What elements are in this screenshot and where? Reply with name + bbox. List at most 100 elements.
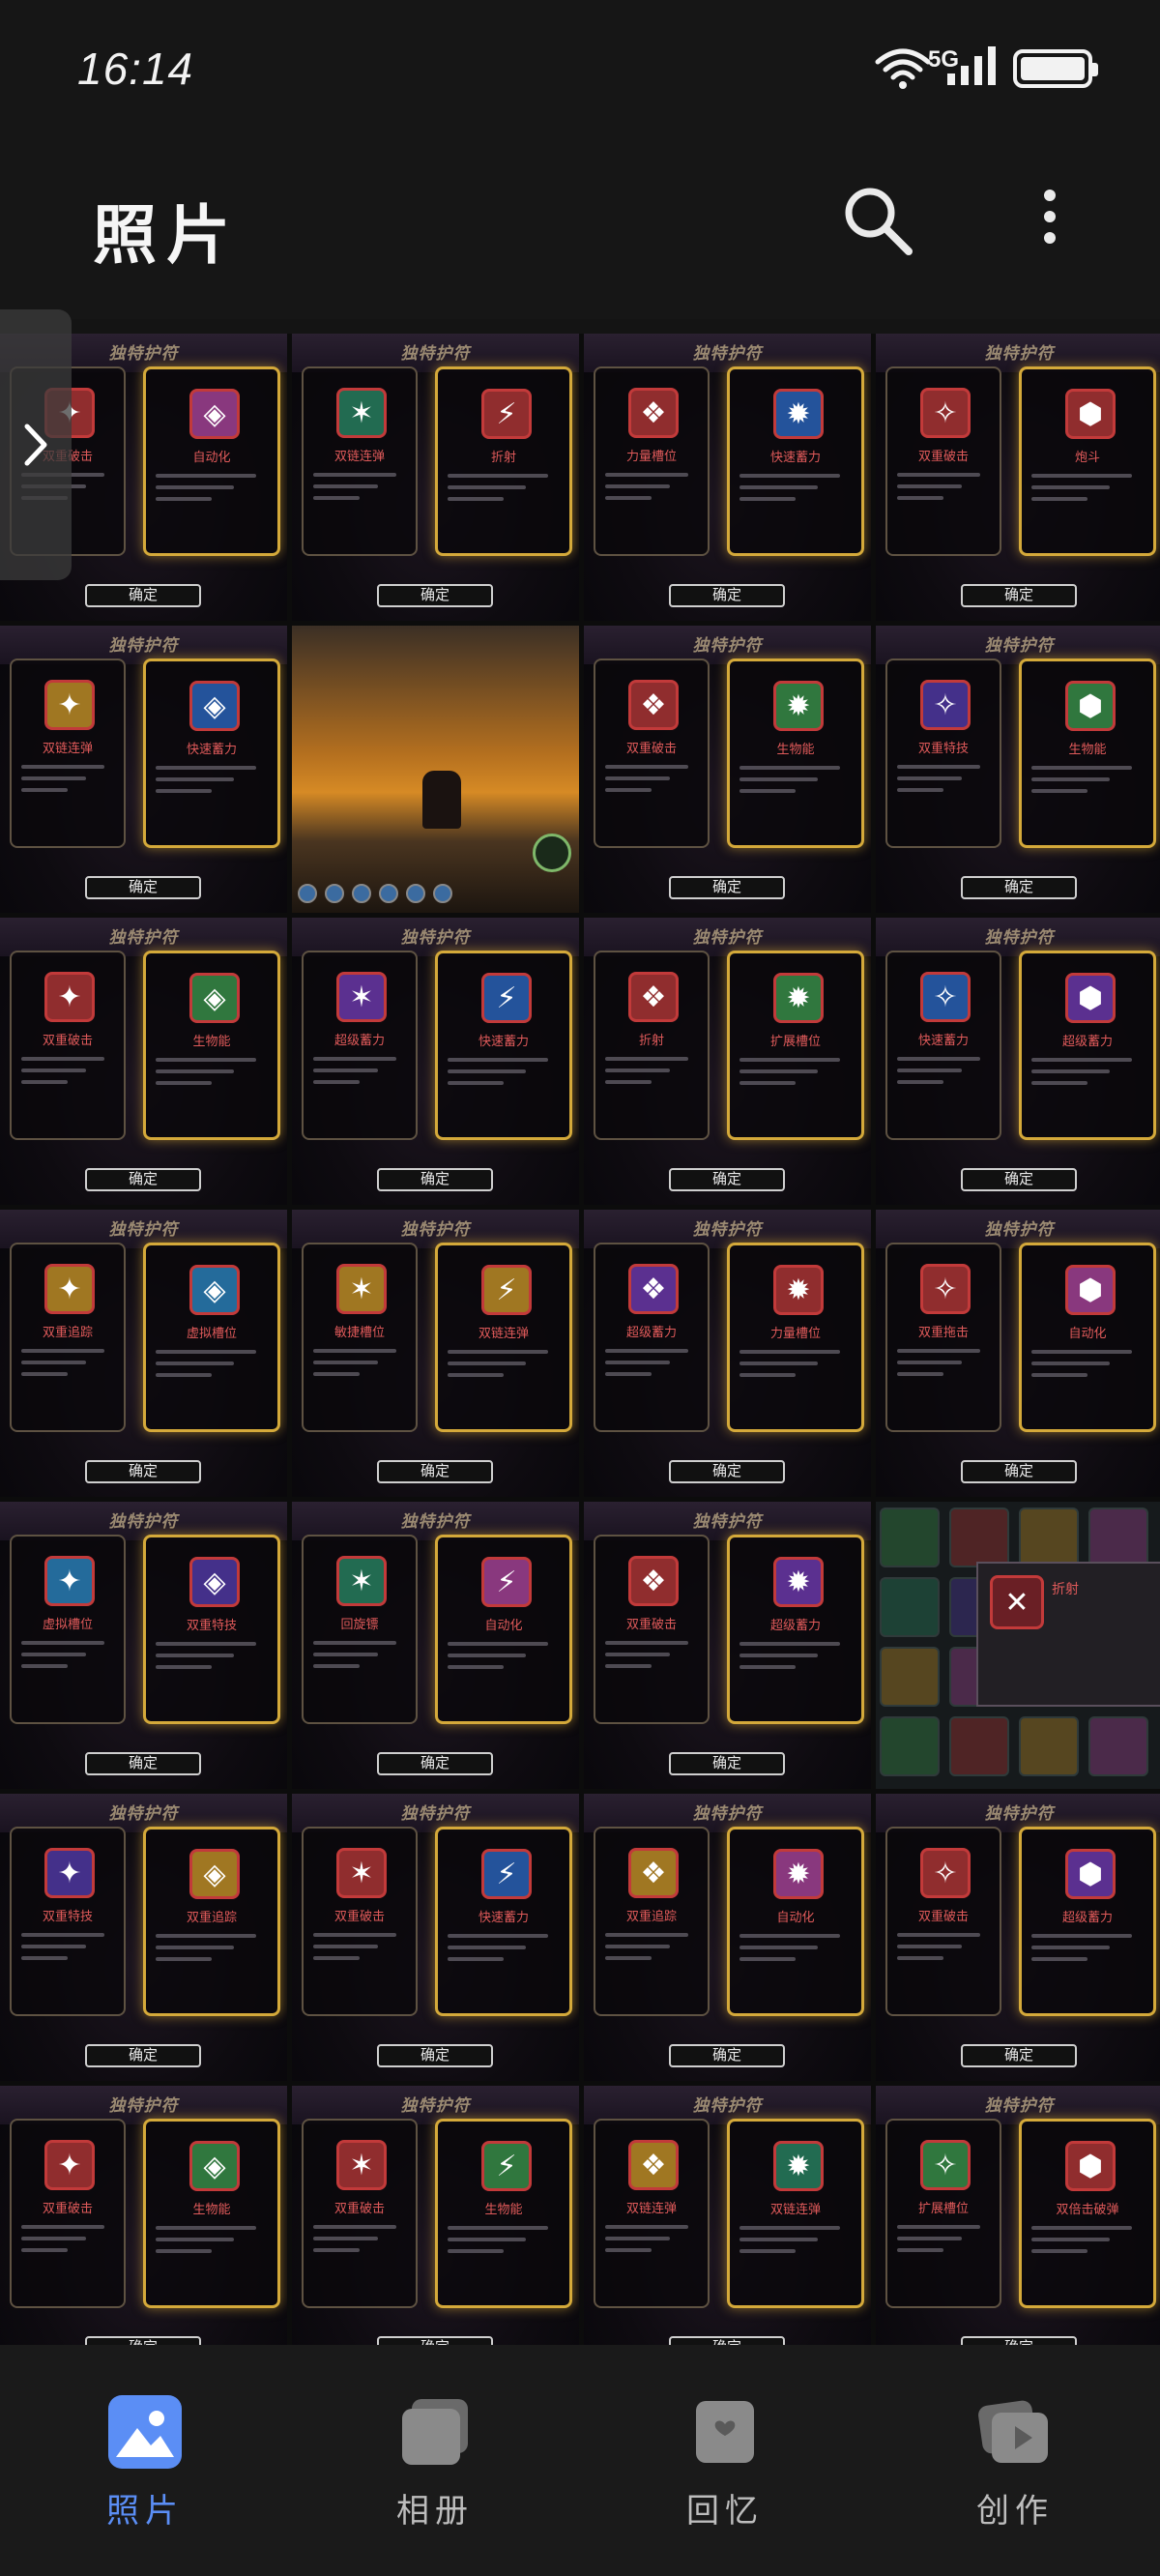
charm-icon: ✧ — [920, 972, 971, 1022]
photo-thumbnail[interactable]: 独特护符 ❖ 折射 ✹ 扩展槽位 确定 — [584, 918, 871, 1205]
photo-thumbnail[interactable]: 独特护符 ✦ 双重特技 ◈ 双重追踪 确定 — [0, 1794, 287, 2081]
photo-thumbnail[interactable]: 独特护符 ✶ 敏捷槽位 ⚡ 双链连弹 确定 — [292, 1210, 579, 1497]
charm-icon: ◈ — [189, 681, 240, 731]
photo-grid[interactable]: 独特护符✦双重破击◈自动化确定独特护符✶双链连弹⚡折射确定独特护符❖力量槽位✹快… — [0, 334, 1160, 2345]
search-button[interactable] — [837, 180, 918, 261]
charm-description — [605, 765, 698, 800]
nav-item-memories[interactable]: 回忆 — [628, 2395, 822, 2550]
charm-icon: ✧ — [920, 388, 971, 438]
photo-thumbnail[interactable]: 独特护符 ✦ 双重破击 ◈ 生物能确定 — [0, 2086, 287, 2345]
confirm-button: 确定 — [669, 1460, 785, 1483]
card-banner-title: 独特护符 — [400, 1804, 471, 1823]
charm-name: 双重特技 — [42, 1909, 93, 1923]
photo-thumbnail[interactable]: 独特护符 ✧ 双重破击 ⬢ 超级蓄力 确定 — [876, 1794, 1160, 2081]
inventory-cell — [1088, 1508, 1148, 1567]
charm-description — [313, 1933, 406, 1968]
nav-label-memories: 回忆 — [686, 2492, 764, 2531]
photo-thumbnail[interactable]: 独特护符 ✦ 双重破击 ◈ 生物能确定 — [0, 918, 287, 1205]
charm-description — [313, 1641, 406, 1676]
charm-name: 自动化 — [1068, 1326, 1107, 1340]
charm-icon: ❖ — [628, 2140, 679, 2190]
photo-thumbnail[interactable]: 独特护符 ✶ 双重破击 ⚡ 生物能确定 — [292, 2086, 579, 2345]
photo-thumbnail[interactable]: 独特护符 ✧ 快速蓄力 ⬢ 超级蓄力 确定 — [876, 918, 1160, 1205]
charm-name: 回旋镖 — [340, 1617, 379, 1631]
left-charm-card: ✦ 双链连弹 — [10, 659, 126, 848]
right-charm-card: ⬢ 超级蓄力 — [1019, 951, 1156, 1140]
photo-thumbnail[interactable]: 独特护符 ✧ 双重破击 ⬢ 炮斗 确定 — [876, 334, 1160, 621]
nav-item-photos[interactable]: 照片 — [48, 2395, 242, 2550]
card-banner-title: 独特护符 — [108, 1512, 179, 1531]
photo-thumbnail[interactable]: 独特护符 ✶ 双链连弹 ⚡ 折射 确定 — [292, 334, 579, 621]
photo-thumbnail[interactable]: 独特护符 ❖ 双链连弹 ✹ 双链连弹确定 — [584, 2086, 871, 2345]
charm-icon: ✹ — [773, 681, 824, 731]
charm-description — [605, 1641, 698, 1676]
nav-item-create[interactable]: 创作 — [918, 2395, 1112, 2550]
photo-thumbnail[interactable]: 独特护符 ✶ 超级蓄力 ⚡ 快速蓄力 确定 — [292, 918, 579, 1205]
photo-thumbnail[interactable]: 独特护符 ❖ 双重破击 ✹ 生物能 确定 — [584, 626, 871, 913]
photo-thumbnail[interactable]: 独特护符 ✧ 双重特技 ⬢ 生物能 确定 — [876, 626, 1160, 913]
charm-description — [897, 1057, 990, 1092]
left-charm-card: ✦ 双重破击 — [10, 2119, 126, 2308]
bottom-navigation: 照片 相册 回忆 创作 — [0, 2345, 1160, 2576]
photo-thumbnail[interactable]: 独特护符 ✦ 双重追踪 ◈ 虚拟槽位 确定 — [0, 1210, 287, 1497]
charm-description — [605, 1349, 698, 1384]
right-charm-card: ⬢ 炮斗 — [1019, 366, 1156, 556]
charm-name: 双重破击 — [42, 2201, 93, 2215]
charm-description — [897, 765, 990, 800]
confirm-button: 确定 — [377, 2044, 493, 2067]
charm-name: 生物能 — [1068, 742, 1107, 756]
photo-thumbnail[interactable]: 独特护符 ✦ 虚拟槽位 ◈ 双重特技 确定 — [0, 1502, 287, 1789]
inventory-cell — [880, 1508, 940, 1567]
left-charm-card: ✧ 双重拖击 — [885, 1243, 1001, 1432]
right-charm-card: ⚡ 双链连弹 — [435, 1243, 572, 1432]
photo-thumbnail[interactable]: 独特护符 ✧ 扩展槽位 ⬢ 双倍击破弹确定 — [876, 2086, 1160, 2345]
left-charm-card: ✧ 快速蓄力 — [885, 951, 1001, 1140]
page-title: 照片 — [93, 198, 240, 273]
charm-name: 生物能 — [192, 1034, 231, 1048]
photo-thumbnail[interactable]: 独特护符 ❖ 双重追踪 ✹ 自动化 确定 — [584, 1794, 871, 2081]
right-charm-card: ✹ 力量槽位 — [727, 1243, 864, 1432]
photo-thumbnail[interactable]: 独特护符 ✶ 双重破击 ⚡ 快速蓄力 确定 — [292, 1794, 579, 2081]
charm-name: 双重破击 — [917, 1909, 969, 1923]
charm-icon: ✹ — [773, 1557, 824, 1607]
photo-thumbnail[interactable]: 独特护符 ❖ 力量槽位 ✹ 快速蓄力 确定 — [584, 334, 871, 621]
confirm-button: 确定 — [85, 876, 201, 899]
right-charm-card: ⬢ 超级蓄力 — [1019, 1827, 1156, 2016]
photo-thumbnail[interactable] — [292, 626, 579, 913]
charm-icon: ✹ — [773, 1849, 824, 1899]
charm-name: 双链连弹 — [42, 741, 93, 755]
charm-description — [21, 1057, 114, 1092]
charm-name: 双链连弹 — [334, 449, 385, 463]
card-banner-title: 独特护符 — [984, 636, 1055, 655]
charm-description — [1031, 1934, 1144, 1969]
charm-description — [448, 1350, 560, 1385]
nav-item-albums[interactable]: 相册 — [338, 2395, 532, 2550]
more-options-button[interactable] — [1029, 180, 1071, 261]
status-icons — [874, 44, 1098, 92]
confirm-button: 确定 — [669, 2336, 785, 2345]
photo-thumbnail[interactable]: 独特护符 ✶ 回旋镖 ⚡ 自动化 确定 — [292, 1502, 579, 1789]
photo-thumbnail[interactable]: 独特护符 ❖ 超级蓄力 ✹ 力量槽位 确定 — [584, 1210, 871, 1497]
card-banner-title: 独特护符 — [108, 2096, 179, 2115]
side-panel-toggle[interactable] — [0, 309, 72, 580]
card-banner-title: 独特护符 — [400, 2096, 471, 2115]
photo-thumbnail[interactable]: 独特护符 ✦ 双链连弹 ◈ 快速蓄力 确定 — [0, 626, 287, 913]
right-charm-card: ✹ 快速蓄力 — [727, 366, 864, 556]
right-charm-card: ◈ 生物能 — [143, 2119, 280, 2308]
charm-icon: ✹ — [773, 1265, 824, 1315]
photo-thumbnail[interactable]: ✕ 折射 — [876, 1502, 1160, 1789]
card-banner-title: 独特护符 — [692, 344, 763, 363]
charm-description — [740, 1058, 852, 1093]
charm-name: 双重拖击 — [917, 1325, 969, 1339]
chevron-right-icon — [24, 424, 47, 466]
charm-description — [313, 473, 406, 508]
card-banner-title: 独特护符 — [108, 928, 179, 947]
photo-thumbnail[interactable]: 独特护符 ✧ 双重拖击 ⬢ 自动化 确定 — [876, 1210, 1160, 1497]
right-charm-card: ◈ 双重追踪 — [143, 1827, 280, 2016]
charm-description — [448, 2226, 560, 2261]
left-charm-card: ✶ 超级蓄力 — [302, 951, 418, 1140]
charm-name: 双链连弹 — [625, 2201, 677, 2215]
charm-description — [448, 1642, 560, 1677]
photo-thumbnail[interactable]: 独特护符 ❖ 双重破击 ✹ 超级蓄力 确定 — [584, 1502, 871, 1789]
search-icon — [845, 188, 913, 255]
